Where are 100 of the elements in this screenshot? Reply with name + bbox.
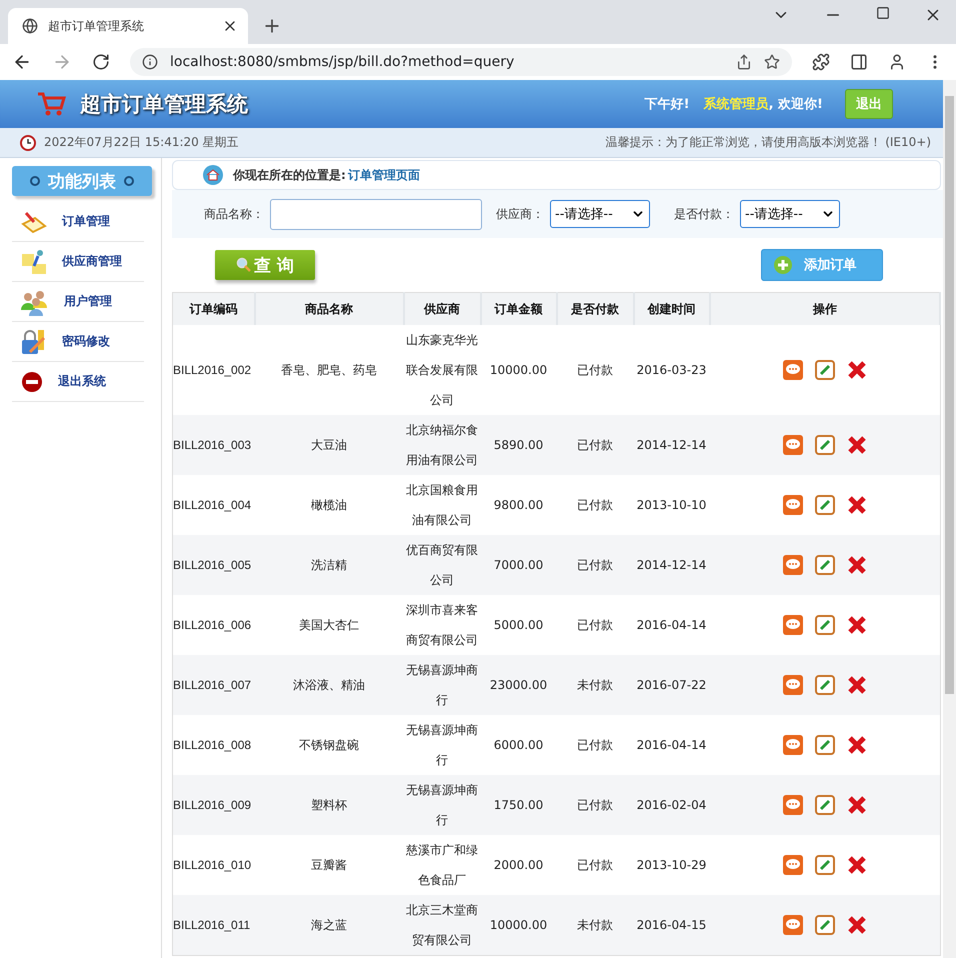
- home-icon: [203, 165, 223, 185]
- edit-pencil-icon[interactable]: [814, 735, 834, 755]
- chat-bubble-icon[interactable]: [782, 555, 802, 575]
- info-icon[interactable]: [142, 54, 158, 70]
- chat-bubble-icon[interactable]: [782, 855, 802, 875]
- sidebar-item-label: 密码修改: [62, 333, 110, 350]
- filter-label: 商品名称：: [204, 206, 264, 222]
- browser-tab[interactable]: 超市订单管理系统: [8, 8, 248, 44]
- column-header: 商品名称: [254, 292, 404, 325]
- chat-bubble-icon[interactable]: [782, 495, 802, 515]
- filter-label: 是否付款：: [674, 206, 734, 222]
- chat-bubble-icon[interactable]: [782, 795, 802, 815]
- delete-icon[interactable]: [846, 615, 866, 635]
- plus-icon: [774, 256, 792, 274]
- column-header: 是否付款: [556, 292, 634, 325]
- edit-pencil-icon[interactable]: [814, 615, 834, 635]
- chat-bubble-icon[interactable]: [782, 435, 802, 455]
- globe-icon: [22, 18, 38, 34]
- delete-icon[interactable]: [846, 855, 866, 875]
- tab-title: 超市订单管理系统: [48, 18, 145, 34]
- filter-label: 供应商：: [496, 206, 544, 222]
- dot-icon: [30, 176, 40, 186]
- edit-pencil-icon[interactable]: [814, 675, 834, 695]
- url-text: localhost:8080/smbms/jsp/bill.do?method=query: [170, 54, 516, 70]
- column-header: 供应商: [404, 292, 480, 325]
- table-cell: 5000.00: [480, 595, 556, 655]
- sidebar-item[interactable]: 退出系统: [12, 362, 144, 402]
- profile-icon[interactable]: [888, 53, 906, 71]
- sidebar-item[interactable]: 密码修改: [12, 322, 144, 362]
- delete-icon[interactable]: [846, 675, 866, 695]
- table-cell: BILL2016_003: [172, 415, 254, 475]
- table-cell: BILL2016_010: [172, 835, 254, 895]
- side-panel-icon[interactable]: [850, 53, 868, 71]
- edit-pencil-icon[interactable]: [814, 435, 834, 455]
- select-field[interactable]: --请选择--: [550, 200, 650, 228]
- edit-pencil-icon[interactable]: [814, 555, 834, 575]
- table-cell: BILL2016_006: [172, 595, 254, 655]
- breadcrumb-location: 订单管理页面: [348, 166, 420, 184]
- table-cell: 无锡喜源坤商行: [404, 775, 480, 835]
- table-cell: 塑料杯: [254, 775, 404, 835]
- delete-icon[interactable]: [846, 435, 866, 455]
- table-cell: 2014-12-14: [634, 415, 710, 475]
- input-field[interactable]: [270, 198, 482, 230]
- table-cell: 已付款: [556, 835, 634, 895]
- delete-icon[interactable]: [846, 495, 866, 515]
- sidebar-item-label: 退出系统: [58, 373, 106, 390]
- scrollbar-thumb[interactable]: [945, 96, 954, 694]
- delete-icon[interactable]: [846, 795, 866, 815]
- table-cell: 1750.00: [480, 775, 556, 835]
- table-cell: 2016-07-22: [634, 655, 710, 715]
- chat-bubble-icon[interactable]: [782, 615, 802, 635]
- sidebar-item[interactable]: 订单管理: [12, 202, 144, 242]
- table-cell: BILL2016_008: [172, 715, 254, 775]
- star-icon[interactable]: [764, 54, 780, 70]
- table-cell: 2013-10-10: [634, 475, 710, 535]
- edit-pencil-icon[interactable]: [814, 915, 834, 935]
- chat-bubble-icon[interactable]: [782, 675, 802, 695]
- address-bar[interactable]: localhost:8080/smbms/jsp/bill.do?method=query: [130, 48, 792, 76]
- select-field[interactable]: --请选择--: [740, 200, 840, 228]
- table-cell: 洗洁精: [254, 535, 404, 595]
- table-cell: 已付款: [556, 535, 634, 595]
- table-cell: 已付款: [556, 475, 634, 535]
- maximize-icon[interactable]: [876, 6, 890, 20]
- lock-key-icon: [20, 328, 48, 356]
- chat-bubble-icon[interactable]: [782, 360, 802, 380]
- edit-pencil-icon[interactable]: [814, 855, 834, 875]
- table-cell: BILL2016_007: [172, 655, 254, 715]
- datetime-text: 2022年07月22日 15:41:20 星期五: [44, 134, 240, 151]
- delete-icon[interactable]: [846, 555, 866, 575]
- delete-icon[interactable]: [846, 360, 866, 380]
- delete-icon[interactable]: [846, 735, 866, 755]
- table-cell: 已付款: [556, 415, 634, 475]
- table-cell: 美国大杏仁: [254, 595, 404, 655]
- chat-bubble-icon[interactable]: [782, 915, 802, 935]
- table-cell: 慈溪市广和绿色食品厂: [404, 835, 480, 895]
- puzzle-icon[interactable]: [812, 53, 830, 71]
- table-cell: 未付款: [556, 655, 634, 715]
- table-cell: 23000.00: [480, 655, 556, 715]
- reload-icon[interactable]: [92, 53, 110, 71]
- table-cell: 无锡喜源坤商行: [404, 655, 480, 715]
- share-icon[interactable]: [736, 54, 752, 70]
- table-cell: 沐浴液、精油: [254, 655, 404, 715]
- table-cell: 5890.00: [480, 415, 556, 475]
- table-cell: 橄榄油: [254, 475, 404, 535]
- user-name: 系统管理员: [704, 96, 769, 113]
- chat-bubble-icon[interactable]: [782, 735, 802, 755]
- edit-pencil-icon[interactable]: [814, 360, 834, 380]
- delete-icon[interactable]: [846, 915, 866, 935]
- table-cell: 已付款: [556, 595, 634, 655]
- edit-pencil-icon[interactable]: [814, 795, 834, 815]
- table-cell: 9800.00: [480, 475, 556, 535]
- sidebar-item[interactable]: 用户管理: [12, 282, 144, 322]
- sidebar-item[interactable]: 供应商管理: [12, 242, 144, 282]
- table-cell: BILL2016_004: [172, 475, 254, 535]
- search-icon: [236, 257, 252, 273]
- edit-pencil-icon[interactable]: [814, 495, 834, 515]
- table-cell: BILL2016_009: [172, 775, 254, 835]
- table-cell: 深圳市喜来客商贸有限公司: [404, 595, 480, 655]
- table-cell: 优百商贸有限公司: [404, 535, 480, 595]
- table-cell: 大豆油: [254, 415, 404, 475]
